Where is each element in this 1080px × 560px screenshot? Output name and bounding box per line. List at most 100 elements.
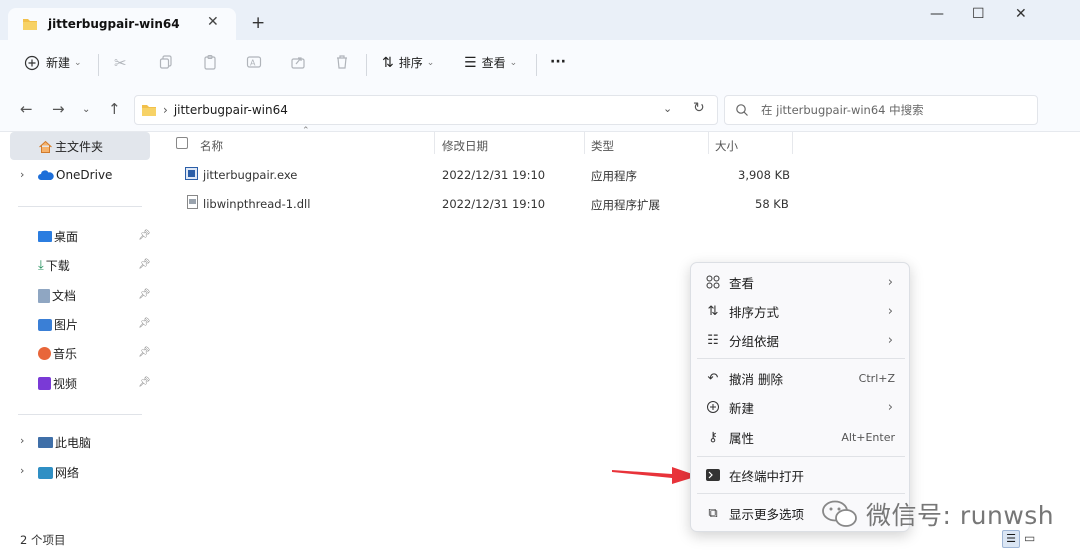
- search-icon: [736, 104, 748, 116]
- sort-button[interactable]: ⇅ 排序 ⌄: [382, 54, 434, 71]
- menu-item-sort-by[interactable]: ⇅ 排序方式 ›: [691, 297, 911, 325]
- rename-button[interactable]: A: [246, 54, 262, 70]
- menu-item-properties[interactable]: ⚷ 属性 Alt+Enter: [691, 423, 911, 451]
- tiles-view-icon[interactable]: ▭: [1024, 531, 1035, 545]
- column-divider[interactable]: [434, 132, 435, 154]
- column-divider[interactable]: [584, 132, 585, 154]
- close-window-button[interactable]: ✕: [1015, 6, 1027, 22]
- expand-chevron-icon[interactable]: ›: [20, 464, 24, 477]
- sidebar-item-label: 音乐: [53, 347, 78, 361]
- delete-button[interactable]: [334, 54, 350, 70]
- sidebar-item-videos[interactable]: 视频: [38, 375, 77, 392]
- breadcrumb-chevron-icon: ›: [163, 103, 168, 117]
- menu-item-label: 在终端中打开: [729, 468, 805, 484]
- network-icon: [38, 466, 53, 479]
- svg-text:A: A: [250, 59, 256, 68]
- column-header-name[interactable]: 名称: [200, 138, 223, 154]
- sidebar-item-downloads[interactable]: ⤓ 下载: [38, 257, 70, 274]
- sidebar-item-music[interactable]: 音乐: [38, 345, 77, 362]
- sidebar-home-row[interactable]: 主文件夹: [38, 138, 103, 155]
- menu-item-label: 显示更多选项: [729, 506, 805, 522]
- details-view-icon[interactable]: ☰: [1002, 530, 1020, 548]
- divider: [697, 456, 905, 457]
- breadcrumb-folder[interactable]: jitterbugpair-win64: [174, 103, 288, 117]
- more-button[interactable]: ···: [550, 54, 566, 70]
- document-icon: [38, 288, 50, 303]
- sidebar-item-onedrive[interactable]: OneDrive: [38, 168, 112, 182]
- file-name: libwinpthread-1.dll: [203, 197, 311, 211]
- item-count: 2 个项目: [20, 533, 66, 547]
- pin-icon[interactable]: 📌︎: [138, 377, 151, 388]
- sidebar-item-label: 桌面: [54, 230, 79, 244]
- select-all-checkbox[interactable]: [176, 137, 188, 149]
- recent-chevron-icon[interactable]: ⌄: [82, 104, 90, 115]
- menu-item-view[interactable]: 查看 ›: [691, 268, 911, 296]
- column-header-size[interactable]: 大小: [715, 138, 738, 154]
- sidebar-item-label: 文档: [52, 289, 77, 303]
- expand-chevron-icon[interactable]: ›: [20, 434, 24, 447]
- menu-item-label: 新建: [729, 400, 755, 416]
- address-dropdown-icon[interactable]: ⌄: [663, 102, 672, 115]
- tab-close-button[interactable]: ✕: [207, 14, 219, 30]
- minimize-button[interactable]: —: [930, 6, 944, 22]
- file-size: 3,908 KB: [738, 168, 791, 182]
- new-button[interactable]: 新建 ⌄: [24, 54, 82, 71]
- pin-icon[interactable]: 📌︎: [138, 318, 151, 329]
- pin-icon[interactable]: 📌︎: [138, 289, 151, 300]
- column-divider[interactable]: [792, 132, 793, 154]
- share-button[interactable]: [290, 54, 306, 70]
- pin-icon[interactable]: 📌︎: [138, 230, 151, 241]
- share-icon: [291, 57, 305, 69]
- sort-ascending-icon: ⌃: [302, 126, 310, 136]
- trash-icon: [337, 55, 347, 69]
- back-arrow-icon[interactable]: ←: [20, 100, 33, 118]
- address-bar[interactable]: › jitterbugpair-win64 ⌄ ↻: [134, 95, 718, 125]
- pictures-icon: [38, 318, 52, 331]
- sidebar-item-this-pc[interactable]: 此电脑: [38, 434, 91, 451]
- clipboard-icon: [204, 54, 216, 70]
- cut-button[interactable]: ✂: [114, 54, 127, 72]
- copy-button[interactable]: [158, 54, 174, 70]
- sidebar-item-documents[interactable]: 文档: [38, 287, 76, 304]
- download-icon: ⤓: [38, 258, 44, 273]
- column-header-modified[interactable]: 修改日期: [442, 138, 488, 154]
- sidebar-item-label: 主文件夹: [55, 140, 104, 154]
- video-icon: [38, 377, 51, 390]
- sidebar-item-network[interactable]: 网络: [38, 464, 79, 481]
- file-name: jitterbugpair.exe: [203, 168, 298, 182]
- forward-arrow-icon[interactable]: →: [52, 100, 65, 118]
- search-input[interactable]: 在 jitterbugpair-win64 中搜索: [724, 95, 1038, 125]
- menu-item-group-by[interactable]: ☷ 分组依据 ›: [691, 326, 911, 354]
- column-divider[interactable]: [708, 132, 709, 154]
- menu-item-open-in-terminal[interactable]: 在终端中打开: [691, 461, 911, 489]
- divider: [18, 206, 142, 207]
- scissors-icon: ✂: [114, 54, 127, 72]
- computer-icon: [38, 437, 53, 448]
- more-options-icon: ⧉: [708, 505, 718, 521]
- pin-icon[interactable]: 📌︎: [138, 347, 151, 358]
- divider: [536, 54, 537, 76]
- pin-icon[interactable]: 📌︎: [138, 259, 151, 270]
- menu-item-new[interactable]: 新建 ›: [691, 393, 911, 421]
- view-label: 查看: [481, 56, 506, 70]
- sidebar-item-pictures[interactable]: 图片: [38, 316, 78, 333]
- refresh-icon[interactable]: ↻: [693, 100, 705, 116]
- submenu-arrow-icon: ›: [887, 332, 893, 348]
- expand-chevron-icon[interactable]: ›: [20, 168, 24, 181]
- file-type: 应用程序: [591, 169, 637, 183]
- cloud-icon: [38, 170, 54, 180]
- paste-button[interactable]: [202, 54, 218, 70]
- column-header-type[interactable]: 类型: [591, 138, 614, 154]
- home-icon: [39, 140, 52, 153]
- menu-item-undo-delete[interactable]: ↶ 撤消 删除 Ctrl+Z: [691, 364, 911, 392]
- wechat-icon: [822, 500, 857, 527]
- view-button[interactable]: ☰ 查看 ⌄: [464, 54, 517, 71]
- new-tab-button[interactable]: +: [251, 13, 265, 33]
- sidebar-item-desktop[interactable]: 桌面: [38, 228, 78, 245]
- file-modified: 2022/12/31 19:10: [442, 168, 546, 182]
- tab-current[interactable]: jitterbugpair-win64: [8, 8, 236, 40]
- divider: [697, 358, 905, 359]
- music-icon: [38, 347, 51, 360]
- up-arrow-icon[interactable]: ↑: [108, 100, 121, 118]
- maximize-button[interactable]: ☐: [972, 6, 985, 22]
